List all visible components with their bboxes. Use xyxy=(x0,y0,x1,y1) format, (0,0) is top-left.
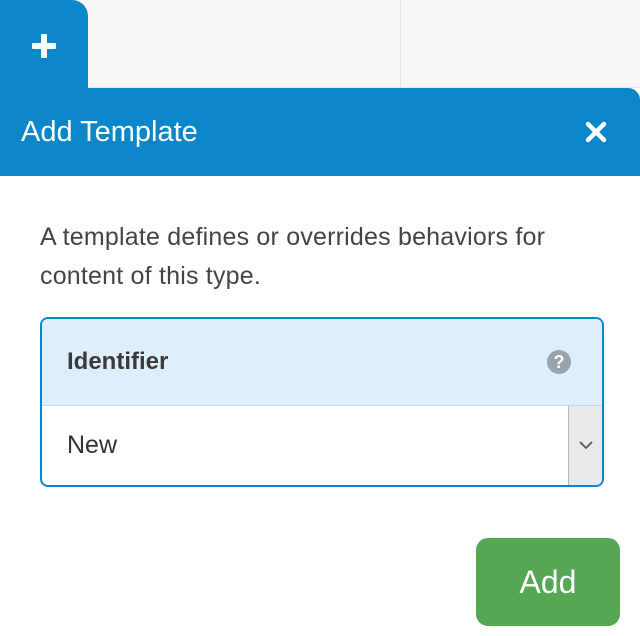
identifier-select-value: New xyxy=(67,431,118,459)
plus-icon xyxy=(32,34,56,58)
dialog-title: Add Template xyxy=(21,116,198,148)
page: Add Template A template defines or overr… xyxy=(0,0,640,636)
identifier-field-header: Identifier ? xyxy=(42,319,602,406)
dialog-header: Add Template xyxy=(0,88,640,176)
close-icon xyxy=(585,121,607,143)
close-button[interactable] xyxy=(580,116,612,148)
add-button[interactable]: Add xyxy=(476,538,620,626)
toolbar-divider xyxy=(400,0,401,88)
select-dropdown-button[interactable] xyxy=(568,406,602,485)
dialog-description: A template defines or overrides behavior… xyxy=(40,223,546,290)
identifier-label: Identifier xyxy=(67,348,169,375)
identifier-select[interactable]: New xyxy=(42,406,602,485)
add-template-tab[interactable] xyxy=(0,0,88,96)
identifier-field: Identifier ? New xyxy=(40,317,604,487)
top-toolbar xyxy=(0,0,640,88)
question-circle-icon[interactable]: ? xyxy=(547,350,571,374)
chevron-down-icon xyxy=(579,441,593,450)
